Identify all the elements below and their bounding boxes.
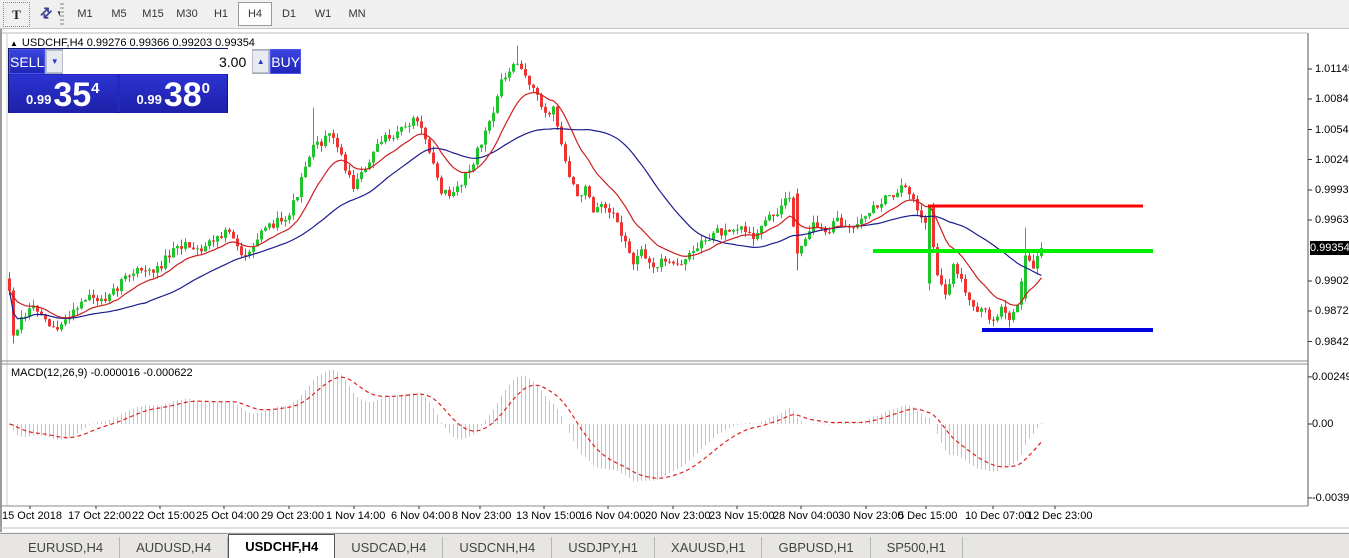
timeframe-button-m30[interactable]: M30 [170,2,204,26]
timeframe-button-h1[interactable]: H1 [204,2,238,26]
timeframe-button-d1[interactable]: D1 [272,2,306,26]
chart-tab-gbpusd[interactable]: GBPUSD,H1 [762,537,870,558]
volume-input[interactable] [63,49,252,74]
time-axis-label: 16 Nov 04:00 [580,510,645,522]
volume-decrease-button[interactable]: ▼ [46,50,63,73]
diagonal-arrows-icon: ⇅ [36,3,56,23]
time-axis-label: 22 Oct 15:00 [132,510,195,522]
buy-price-pips: 38 [164,79,202,111]
time-axis-label: 12 Dec 23:00 [1027,510,1092,522]
macd-indicator-label: MACD(12,26,9) -0.000016 -0.000622 [11,367,193,379]
time-axis-label: 30 Nov 23:00 [838,510,903,522]
timeframe-button-m1[interactable]: M1 [68,2,102,26]
one-click-trading-panel: SELL ▼ ▲ BUY 0.99 35 4 0.99 38 0 [8,48,228,113]
price-axis-label: 1.01145 [1315,63,1349,75]
timeframe-button-m15[interactable]: M15 [136,2,170,26]
chart-tab-usdcad[interactable]: USDCAD,H4 [335,537,443,558]
timeframe-button-w1[interactable]: W1 [306,2,340,26]
chart-tab-eurusd[interactable]: EURUSD,H4 [12,537,120,558]
chart-tab-sp500[interactable]: SP500,H1 [871,537,963,558]
timeframe-button-h4[interactable]: H4 [238,2,272,26]
price-axis-label: 0.99025 [1315,275,1349,287]
sell-price-pips: 35 [53,79,91,111]
pointer-tool-button[interactable]: ⇅ ▼ [34,2,70,25]
macd-axis-label: -0.003911 [1312,492,1349,504]
price-axis-label: 1.00540 [1315,124,1349,136]
timeframe-button-m5[interactable]: M5 [102,2,136,26]
time-axis-label: 5 Dec 15:00 [898,510,957,522]
time-axis-label: 23 Nov 15:00 [709,510,774,522]
timeframe-button-mn[interactable]: MN [340,2,374,26]
time-axis-label: 8 Nov 23:00 [452,510,511,522]
sell-price-prefix: 0.99 [26,92,51,107]
time-axis-label: 29 Oct 23:00 [261,510,324,522]
top-toolbar: T ⇅ ▼ M1M5M15M30H1H4D1W1MN [0,0,1349,29]
time-axis-label: 25 Oct 04:00 [196,510,259,522]
buy-price-point: 0 [202,80,210,97]
current-price-tag: 0.99354 [1310,241,1349,255]
chart-tab-usdcnh[interactable]: USDCNH,H4 [443,537,552,558]
time-axis-label: 13 Nov 15:00 [516,510,581,522]
price-axis-label: 1.00240 [1315,154,1349,166]
symbol-triangle-icon: ▲ [10,39,18,48]
chart-tab-usdjpy[interactable]: USDJPY,H1 [552,537,655,558]
sell-price-button[interactable]: 0.99 35 4 [9,75,117,113]
price-axis-label: 0.98725 [1315,305,1349,317]
time-axis-label: 20 Nov 23:00 [645,510,710,522]
time-axis-label: 10 Dec 07:00 [965,510,1030,522]
sell-button[interactable]: SELL [9,49,45,74]
chart-tab-xauusd[interactable]: XAUUSD,H1 [655,537,762,558]
sell-price-point: 4 [91,80,99,97]
buy-button[interactable]: BUY [270,49,301,74]
macd-axis-label: 0.00 [1312,418,1333,430]
price-axis-label: 0.99635 [1315,214,1349,226]
timeframe-toolbar: M1M5M15M30H1H4D1W1MN [68,2,374,26]
volume-control: ▼ ▲ [45,49,270,74]
price-axis-label: 1.00845 [1315,93,1349,105]
price-axis-label: 0.99935 [1315,184,1349,196]
chart-tab-audusd[interactable]: AUDUSD,H4 [120,537,228,558]
volume-increase-button[interactable]: ▲ [252,50,269,73]
price-axis-label: 0.98420 [1315,336,1349,348]
chart-tab-bar: EURUSD,H4AUDUSD,H4USDCHF,H4USDCAD,H4USDC… [0,533,1349,558]
time-axis-label: 15 Oct 2018 [2,510,62,522]
buy-price-prefix: 0.99 [137,92,162,107]
toolbar-separator [60,3,64,25]
text-tool-button[interactable]: T [3,2,30,27]
time-axis-label: 28 Nov 04:00 [773,510,838,522]
chart-tab-usdchf[interactable]: USDCHF,H4 [228,534,335,558]
time-axis-label: 17 Oct 22:00 [68,510,131,522]
time-axis-label: 6 Nov 04:00 [391,510,450,522]
buy-price-button[interactable]: 0.99 38 0 [120,75,228,113]
time-axis-label: 1 Nov 14:00 [326,510,385,522]
macd-axis-label: 0.002492 [1312,371,1349,383]
